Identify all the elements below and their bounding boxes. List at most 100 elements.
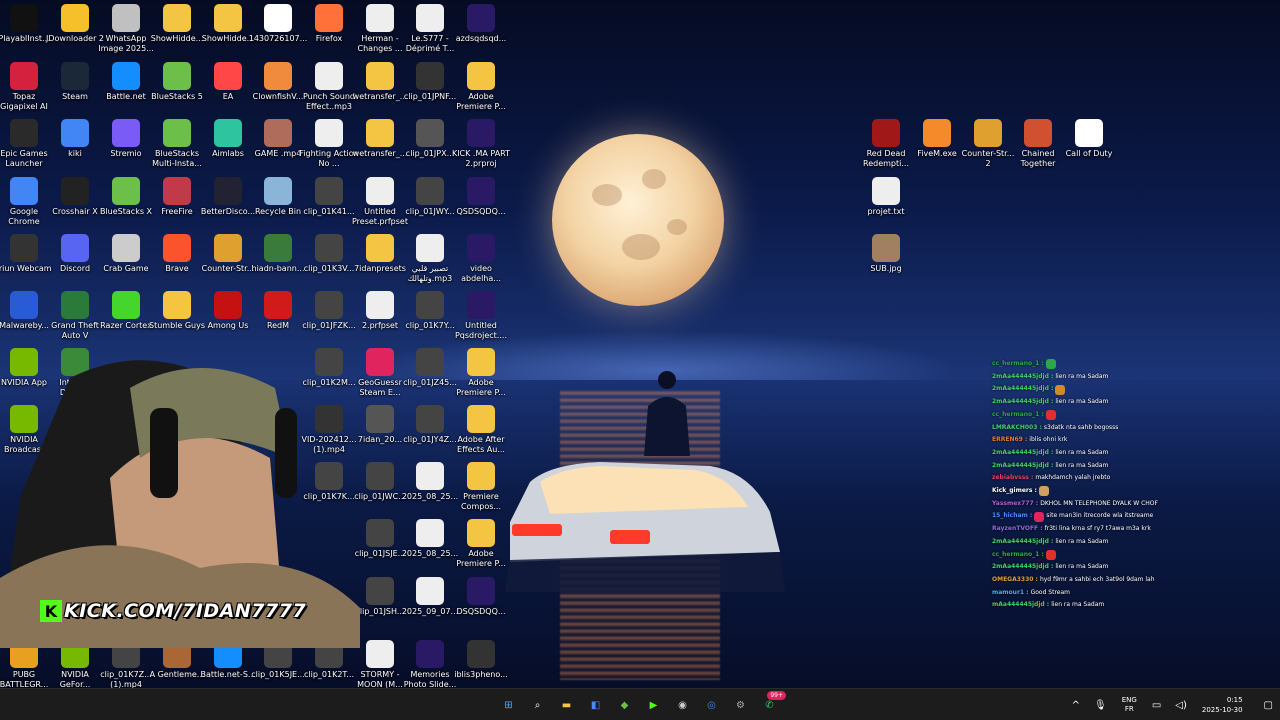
recycle-bin-icon: [264, 177, 292, 205]
network-icon[interactable]: ▭: [1152, 700, 1161, 711]
settings-icon: ⚙: [736, 699, 745, 711]
chat-message: 2mAa444445jdjd : lien ra ma Sadam: [992, 460, 1242, 473]
desktop-icon[interactable]: Adobe Premiere P...: [451, 62, 511, 112]
chat-username[interactable]: mAa444445jdjd :: [992, 599, 1049, 612]
desktop: PlayablInst... JDownloader 2 WhatsApp Imag…: [0, 0, 1280, 688]
desktop-icon[interactable]: video abdelha...: [451, 234, 511, 284]
chat-username[interactable]: zebiabvsss :: [992, 472, 1033, 485]
file-icon: [264, 4, 292, 32]
obs-button[interactable]: ◉: [668, 691, 697, 719]
chat-username[interactable]: 2mAa444445jdjd :: [992, 371, 1053, 384]
language-indicator[interactable]: ENG FR: [1122, 696, 1137, 714]
notification-icon[interactable]: ▢: [1264, 700, 1273, 711]
chat-text: lien ra ma Sadam: [1055, 448, 1109, 456]
chat-username[interactable]: 15_hicham :: [992, 510, 1032, 523]
microphone-icon[interactable]: 🎙: [1094, 700, 1107, 711]
aimlabs-icon: [214, 119, 242, 147]
start-button[interactable]: ⊞: [494, 691, 523, 719]
topaz-icon: [10, 62, 38, 90]
folder-icon: [467, 519, 495, 547]
video-file-icon: [366, 519, 394, 547]
desktop-icon-label: Adobe Premiere P...: [456, 92, 506, 111]
video-file-icon: [366, 405, 394, 433]
taskbar: ⊞ ⌕ ▬ ◧ ◆ ▶ ◉ ◎ ⚙ ✆ 99+ ^ 🎙 ENG FR ▭ ◁) 0:15 2025-…: [0, 688, 1280, 720]
desktop-icon[interactable]: azdsqdsqd...: [451, 4, 511, 44]
volume-icon[interactable]: ◁): [1175, 700, 1187, 711]
obs-icon: ◉: [678, 699, 687, 711]
whatsapp-button[interactable]: ✆ 99+: [755, 691, 786, 719]
chat-emote-icon: [1038, 486, 1049, 497]
chat-username[interactable]: cc_hermano_1 :: [992, 549, 1044, 562]
store-button[interactable]: ◧: [581, 691, 610, 719]
chat-emote-icon: [1034, 511, 1045, 522]
chat-username[interactable]: mamour1 :: [992, 587, 1029, 600]
chat-username[interactable]: Kick_gimers :: [992, 485, 1037, 498]
chat-username[interactable]: 2mAa444445jdjd :: [992, 460, 1053, 473]
chat-username[interactable]: 2mAa444445jdjd :: [992, 396, 1053, 409]
desktop-icon[interactable]: Untitled Pqsdroject....: [451, 291, 511, 341]
chat-message: ERREN69 : iblis ohni krk: [992, 434, 1242, 447]
tray-chevron-icon[interactable]: ^: [1072, 700, 1080, 711]
preset-file-icon: [366, 177, 394, 205]
desktop-icon-label: KICK .MA PART 2.prproj: [451, 149, 511, 168]
video-file-icon: [366, 577, 394, 605]
chat-text: makhdamch yalah jrebto: [1035, 474, 1111, 482]
premiere-project-icon: [416, 640, 444, 668]
app-icon: [214, 177, 242, 205]
desktop-icon[interactable]: Adobe Premiere P...: [451, 519, 511, 569]
folder-icon: [467, 62, 495, 90]
desktop-icon[interactable]: Adobe Premiere P...: [451, 348, 511, 398]
search-button[interactable]: ⌕: [523, 691, 552, 719]
chat-text: hyd f9mr a sahbi ech 3at9ol 9dam lah: [1039, 575, 1155, 583]
desktop-icon[interactable]: Premiere Compos...: [451, 462, 511, 512]
kick-button[interactable]: ▶: [639, 691, 668, 719]
chat-username[interactable]: 2mAa444445jdjd :: [992, 536, 1053, 549]
chat-username[interactable]: 2mAa444445jdjd :: [992, 447, 1053, 460]
desktop-icon[interactable]: KICK .MA PART 2.prproj: [451, 119, 511, 169]
lang-primary: ENG: [1121, 696, 1137, 704]
stremio-icon: [112, 119, 140, 147]
premiere-project-icon: [467, 577, 495, 605]
chrome-button[interactable]: ◎: [697, 691, 726, 719]
start-icon: ⊞: [504, 699, 513, 711]
video-file-icon: [366, 462, 394, 490]
desktop-icon[interactable]: Call of Duty: [1059, 119, 1119, 159]
bluestacks-button[interactable]: ◆: [610, 691, 639, 719]
chained-together-icon: [1024, 119, 1052, 147]
chat-username[interactable]: cc_hermano_1 :: [992, 409, 1044, 422]
chat-message: 2mAa444445jdjd : lien ra ma Sadam: [992, 396, 1242, 409]
chat-username[interactable]: 2mAa444445jdjd :: [992, 383, 1053, 396]
chat-emote-icon: [1045, 549, 1056, 560]
desktop-icon[interactable]: SUB.jpg: [856, 234, 916, 274]
chat-username[interactable]: 2mAa444445jdjd :: [992, 561, 1053, 574]
chat-username[interactable]: ERREN69 :: [992, 434, 1027, 447]
desktop-icon[interactable]: QSDSQDQ...: [451, 177, 511, 217]
chat-username[interactable]: Yassmex777 :: [992, 498, 1038, 511]
chat-message: mamour1 : Good Stream: [992, 587, 1242, 600]
chat-text: lien ra ma Sadam: [1055, 537, 1109, 545]
razer-icon: [112, 291, 140, 319]
chat-text: lien ra ma Sadam: [1055, 461, 1109, 469]
file-explorer-button[interactable]: ▬: [552, 691, 581, 719]
desktop-icon[interactable]: iblis3pheno...: [451, 640, 511, 680]
clock[interactable]: 0:15 2025-10-30: [1202, 695, 1243, 715]
audio-file-icon: [366, 640, 394, 668]
chat-username[interactable]: OMEGA3330 :: [992, 574, 1038, 587]
audio-file-icon: [315, 62, 343, 90]
chat-username[interactable]: LMRAKCH003 :: [992, 422, 1042, 435]
counter-strike-icon: [214, 234, 242, 262]
chat-username[interactable]: cc_hermano_1 :: [992, 358, 1044, 371]
ea-icon: [214, 62, 242, 90]
desktop-icon-label: Adobe Premiere P...: [456, 549, 506, 568]
bluestacks-icon: ◆: [620, 699, 629, 711]
desktop-icon[interactable]: projet.txt: [856, 177, 916, 217]
settings-button[interactable]: ⚙: [726, 691, 755, 719]
desktop-icon[interactable]: DSQSDQQ...: [451, 577, 511, 617]
battlenet-icon: [112, 62, 140, 90]
chat-message: cc_hermano_1 :: [992, 358, 1242, 371]
chat-username[interactable]: RayzenTVOFF :: [992, 523, 1043, 536]
chat-message: cc_hermano_1 :: [992, 549, 1242, 562]
chat-message: RayzenTVOFF : fr3ti lina krna sf ry7 t7aw…: [992, 523, 1242, 536]
image-file-icon: [264, 234, 292, 262]
desktop-icon[interactable]: Adobe After Effects Au...: [451, 405, 511, 455]
